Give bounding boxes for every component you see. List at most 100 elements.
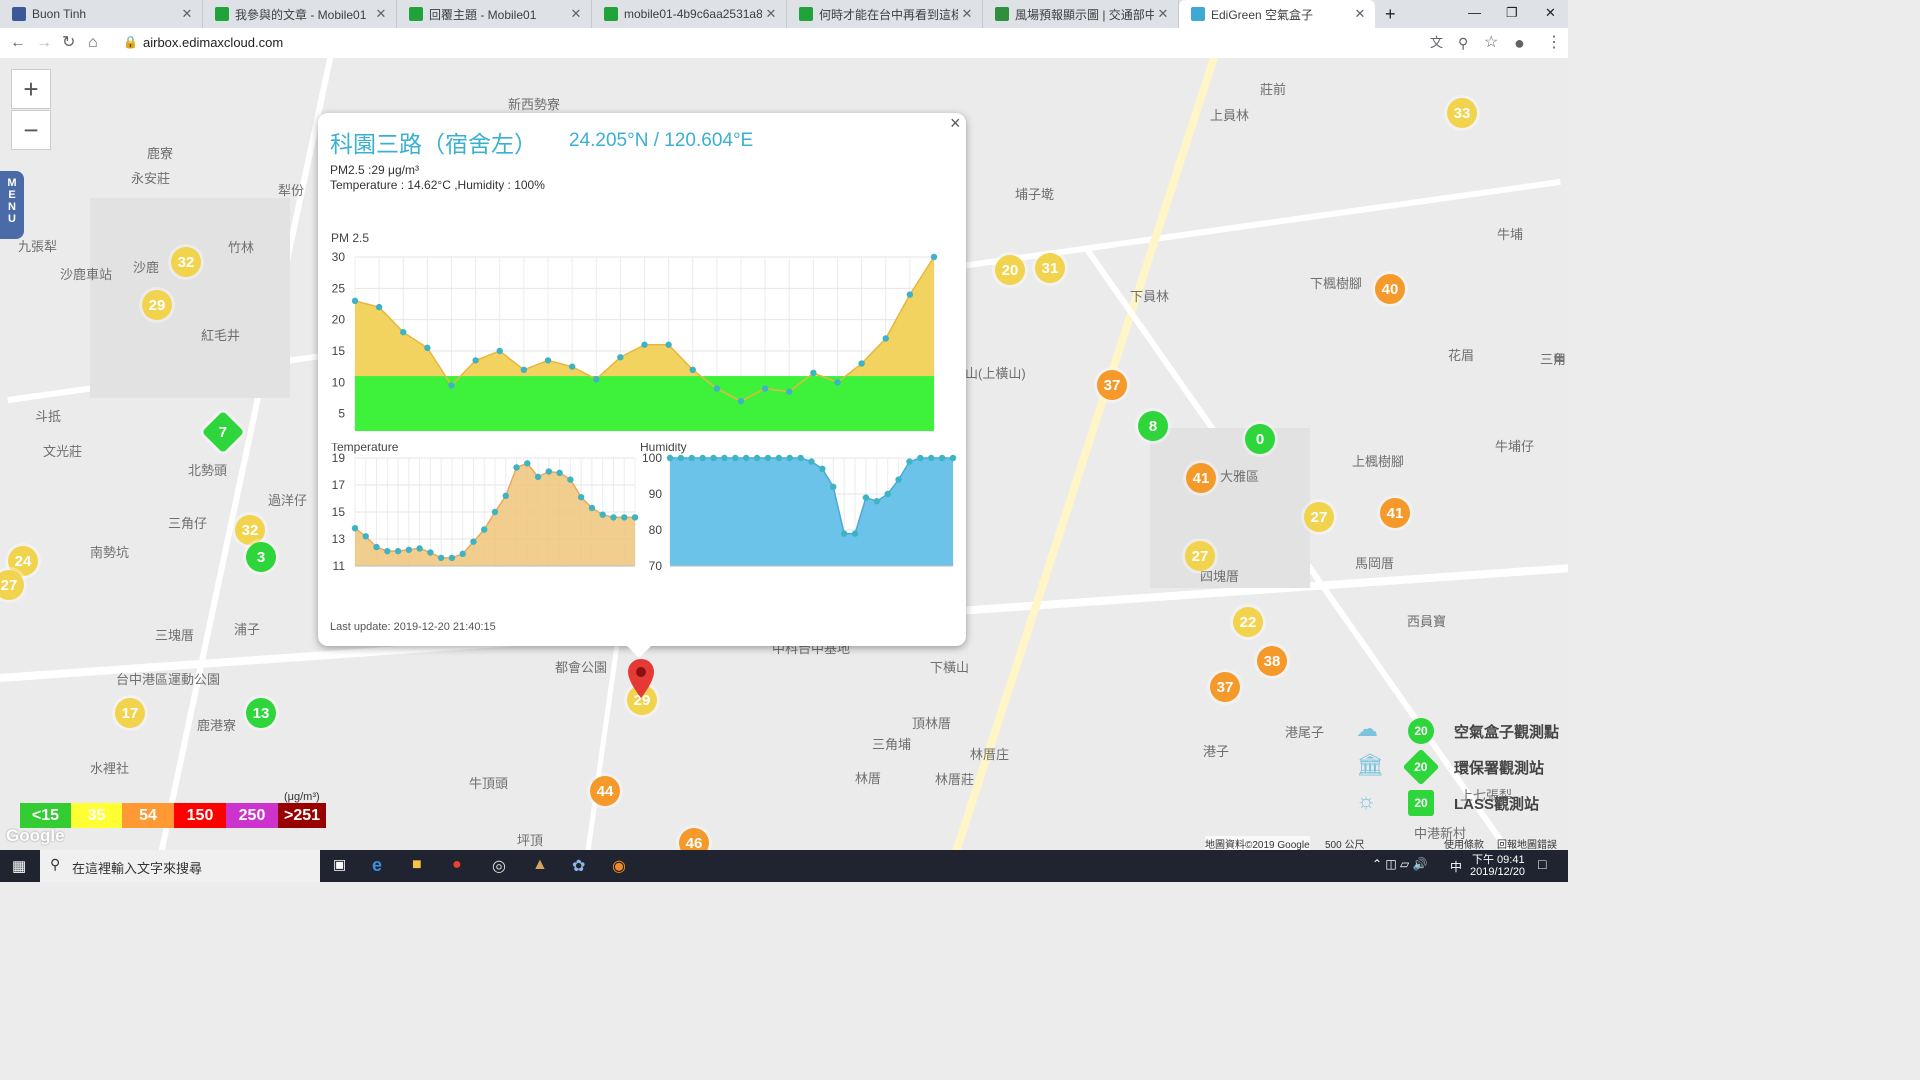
clock-date[interactable]: 2019/12/20: [1470, 866, 1525, 878]
station-marker[interactable]: 37: [1097, 370, 1127, 400]
place-label: 北勢頭: [188, 463, 228, 478]
station-marker[interactable]: 31: [1035, 253, 1065, 283]
address-bar[interactable]: 🔒 airbox.edimaxcloud.com: [113, 31, 1423, 55]
urban-area: [90, 198, 290, 398]
app-icon[interactable]: ◎: [492, 856, 506, 876]
station-marker[interactable]: 32: [235, 515, 265, 545]
marker-value: 46: [685, 834, 703, 851]
station-marker[interactable]: 27: [1185, 541, 1215, 571]
tab-5[interactable]: 何時才能在台中再看到這樣的藍✕: [787, 0, 983, 28]
menu-tab[interactable]: MENU: [0, 171, 24, 239]
edge-icon[interactable]: e: [372, 855, 382, 876]
close-tab-icon[interactable]: ✕: [567, 6, 585, 22]
station-marker[interactable]: 27: [0, 570, 24, 600]
station-marker[interactable]: 37: [1210, 672, 1240, 702]
blender-icon[interactable]: ◉: [612, 856, 626, 876]
chrome-icon[interactable]: ●: [452, 856, 462, 874]
place-label: 三角埔: [872, 737, 912, 752]
location-pin-icon[interactable]: [627, 658, 655, 700]
marker-value: 29: [148, 296, 166, 314]
marker-value: 13: [252, 704, 270, 722]
station-marker[interactable]: 40: [1375, 274, 1405, 304]
data-point: [448, 554, 456, 562]
tab-2[interactable]: 我參與的文章 - Mobile01 ✕: [203, 0, 397, 28]
chrome-menu-icon[interactable]: ⋮: [1546, 32, 1562, 54]
maximize-button[interactable]: ❐: [1506, 5, 1518, 21]
close-tab-icon[interactable]: ✕: [1351, 6, 1369, 22]
station-marker[interactable]: 38: [1257, 646, 1287, 676]
ime-indicator[interactable]: 中: [1450, 858, 1462, 875]
close-tab-icon[interactable]: ✕: [1154, 6, 1172, 22]
minimize-button[interactable]: —: [1468, 5, 1481, 20]
station-marker[interactable]: 0: [1245, 424, 1275, 454]
zoom-in-button[interactable]: +: [11, 69, 51, 109]
humidity-chart: Humidity708090100: [640, 443, 957, 573]
place-label: 林厝: [855, 771, 882, 786]
station-marker[interactable]: 17: [115, 698, 145, 728]
terms-link[interactable]: 使用條款: [1444, 836, 1484, 850]
close-tab-icon[interactable]: ✕: [372, 6, 390, 22]
place-label: 鹿港寮: [197, 718, 237, 733]
bookmark-star-icon[interactable]: ☆: [1484, 32, 1498, 54]
translate-icon[interactable]: 文: [1430, 32, 1443, 54]
station-marker[interactable]: 41: [1380, 498, 1410, 528]
data-point: [520, 366, 528, 373]
back-button[interactable]: ←: [10, 32, 26, 54]
data-point: [481, 526, 488, 533]
station-marker[interactable]: 33: [1447, 98, 1477, 128]
tab-7[interactable]: EdiGreen 空氣盒子 ✕: [1179, 0, 1375, 28]
tab-1[interactable]: Buon Tinh ✕: [0, 0, 203, 28]
station-marker[interactable]: 32: [171, 247, 201, 277]
station-marker[interactable]: 3: [246, 542, 276, 572]
pm25-scale-segment: 250: [226, 803, 278, 828]
app-icon[interactable]: ✿: [572, 856, 585, 876]
close-tab-icon[interactable]: ✕: [762, 6, 780, 22]
data-point: [617, 354, 624, 361]
station-marker[interactable]: 29: [142, 290, 172, 320]
windows-start-icon[interactable]: ▦: [12, 857, 26, 875]
data-point: [394, 547, 402, 555]
home-button[interactable]: ⌂: [88, 32, 98, 54]
station-popup: × 科園三路（宿舍左） 24.205°N / 120.604°E PM2.5 :…: [318, 113, 966, 646]
station-marker[interactable]: 22: [1233, 607, 1263, 637]
task-view-icon[interactable]: ▣: [333, 856, 346, 873]
station-marker[interactable]: 13: [246, 698, 276, 728]
reload-button[interactable]: ↻: [62, 32, 75, 54]
station-legend-row: ☁ 20 空氣盒子觀測點: [1350, 716, 1568, 746]
taskbar-search-box[interactable]: ⚲ 在這裡輸入文字來搜尋: [40, 850, 320, 882]
close-tab-icon[interactable]: ✕: [958, 6, 976, 22]
profile-icon[interactable]: ●: [1514, 32, 1525, 54]
data-point: [599, 511, 606, 518]
data-point: [665, 341, 672, 348]
station-marker[interactable]: 7: [201, 410, 245, 454]
forward-button[interactable]: →: [36, 32, 52, 54]
marker-value: 20: [1001, 261, 1019, 279]
data-point: [545, 468, 553, 475]
file-explorer-icon[interactable]: ■: [412, 856, 422, 874]
close-popup-button[interactable]: ×: [950, 113, 961, 134]
close-tab-icon[interactable]: ✕: [178, 6, 196, 22]
notification-icon[interactable]: □: [1538, 856, 1546, 872]
station-marker[interactable]: 46: [679, 828, 709, 850]
close-window-button[interactable]: ✕: [1545, 5, 1556, 21]
station-marker[interactable]: 27: [1304, 502, 1334, 532]
tab-4[interactable]: mobile01-4b9c6aa2531a8679✕: [592, 0, 787, 28]
station-marker[interactable]: 41: [1186, 463, 1216, 493]
zoom-icon[interactable]: ⚲: [1458, 32, 1468, 54]
station-marker[interactable]: 8: [1138, 411, 1168, 441]
map-canvas[interactable]: 新西勢寮 鹿寮 永安莊 九張犁 沙鹿 竹林 犁份 紅毛井 斗抵 文光莊 北勢頭 過洋仔 三角仔 南勢坑 浦子…: [0, 58, 1568, 850]
marker-value: 31: [1041, 259, 1059, 277]
app-icon[interactable]: ▲: [532, 856, 548, 874]
report-error-link[interactable]: 回報地圖錯誤: [1497, 836, 1557, 850]
data-point: [797, 454, 804, 462]
place-label: 台中港區運動公園: [116, 672, 221, 687]
marker-value: 41: [1386, 504, 1404, 522]
tray-icons[interactable]: ⌃ ◫ ▱ 🔊: [1372, 857, 1428, 871]
tab-6[interactable]: 風場預報顯示圖 | 交通部中央氣象✕: [983, 0, 1179, 28]
clock-time[interactable]: 下午 09:41: [1472, 851, 1525, 867]
new-tab-button[interactable]: +: [1385, 4, 1396, 25]
tab-3[interactable]: 回覆主題 - Mobile01 ✕: [397, 0, 592, 28]
station-marker[interactable]: 44: [590, 776, 620, 806]
zoom-out-button[interactable]: −: [11, 110, 51, 150]
station-marker[interactable]: 20: [995, 255, 1025, 285]
